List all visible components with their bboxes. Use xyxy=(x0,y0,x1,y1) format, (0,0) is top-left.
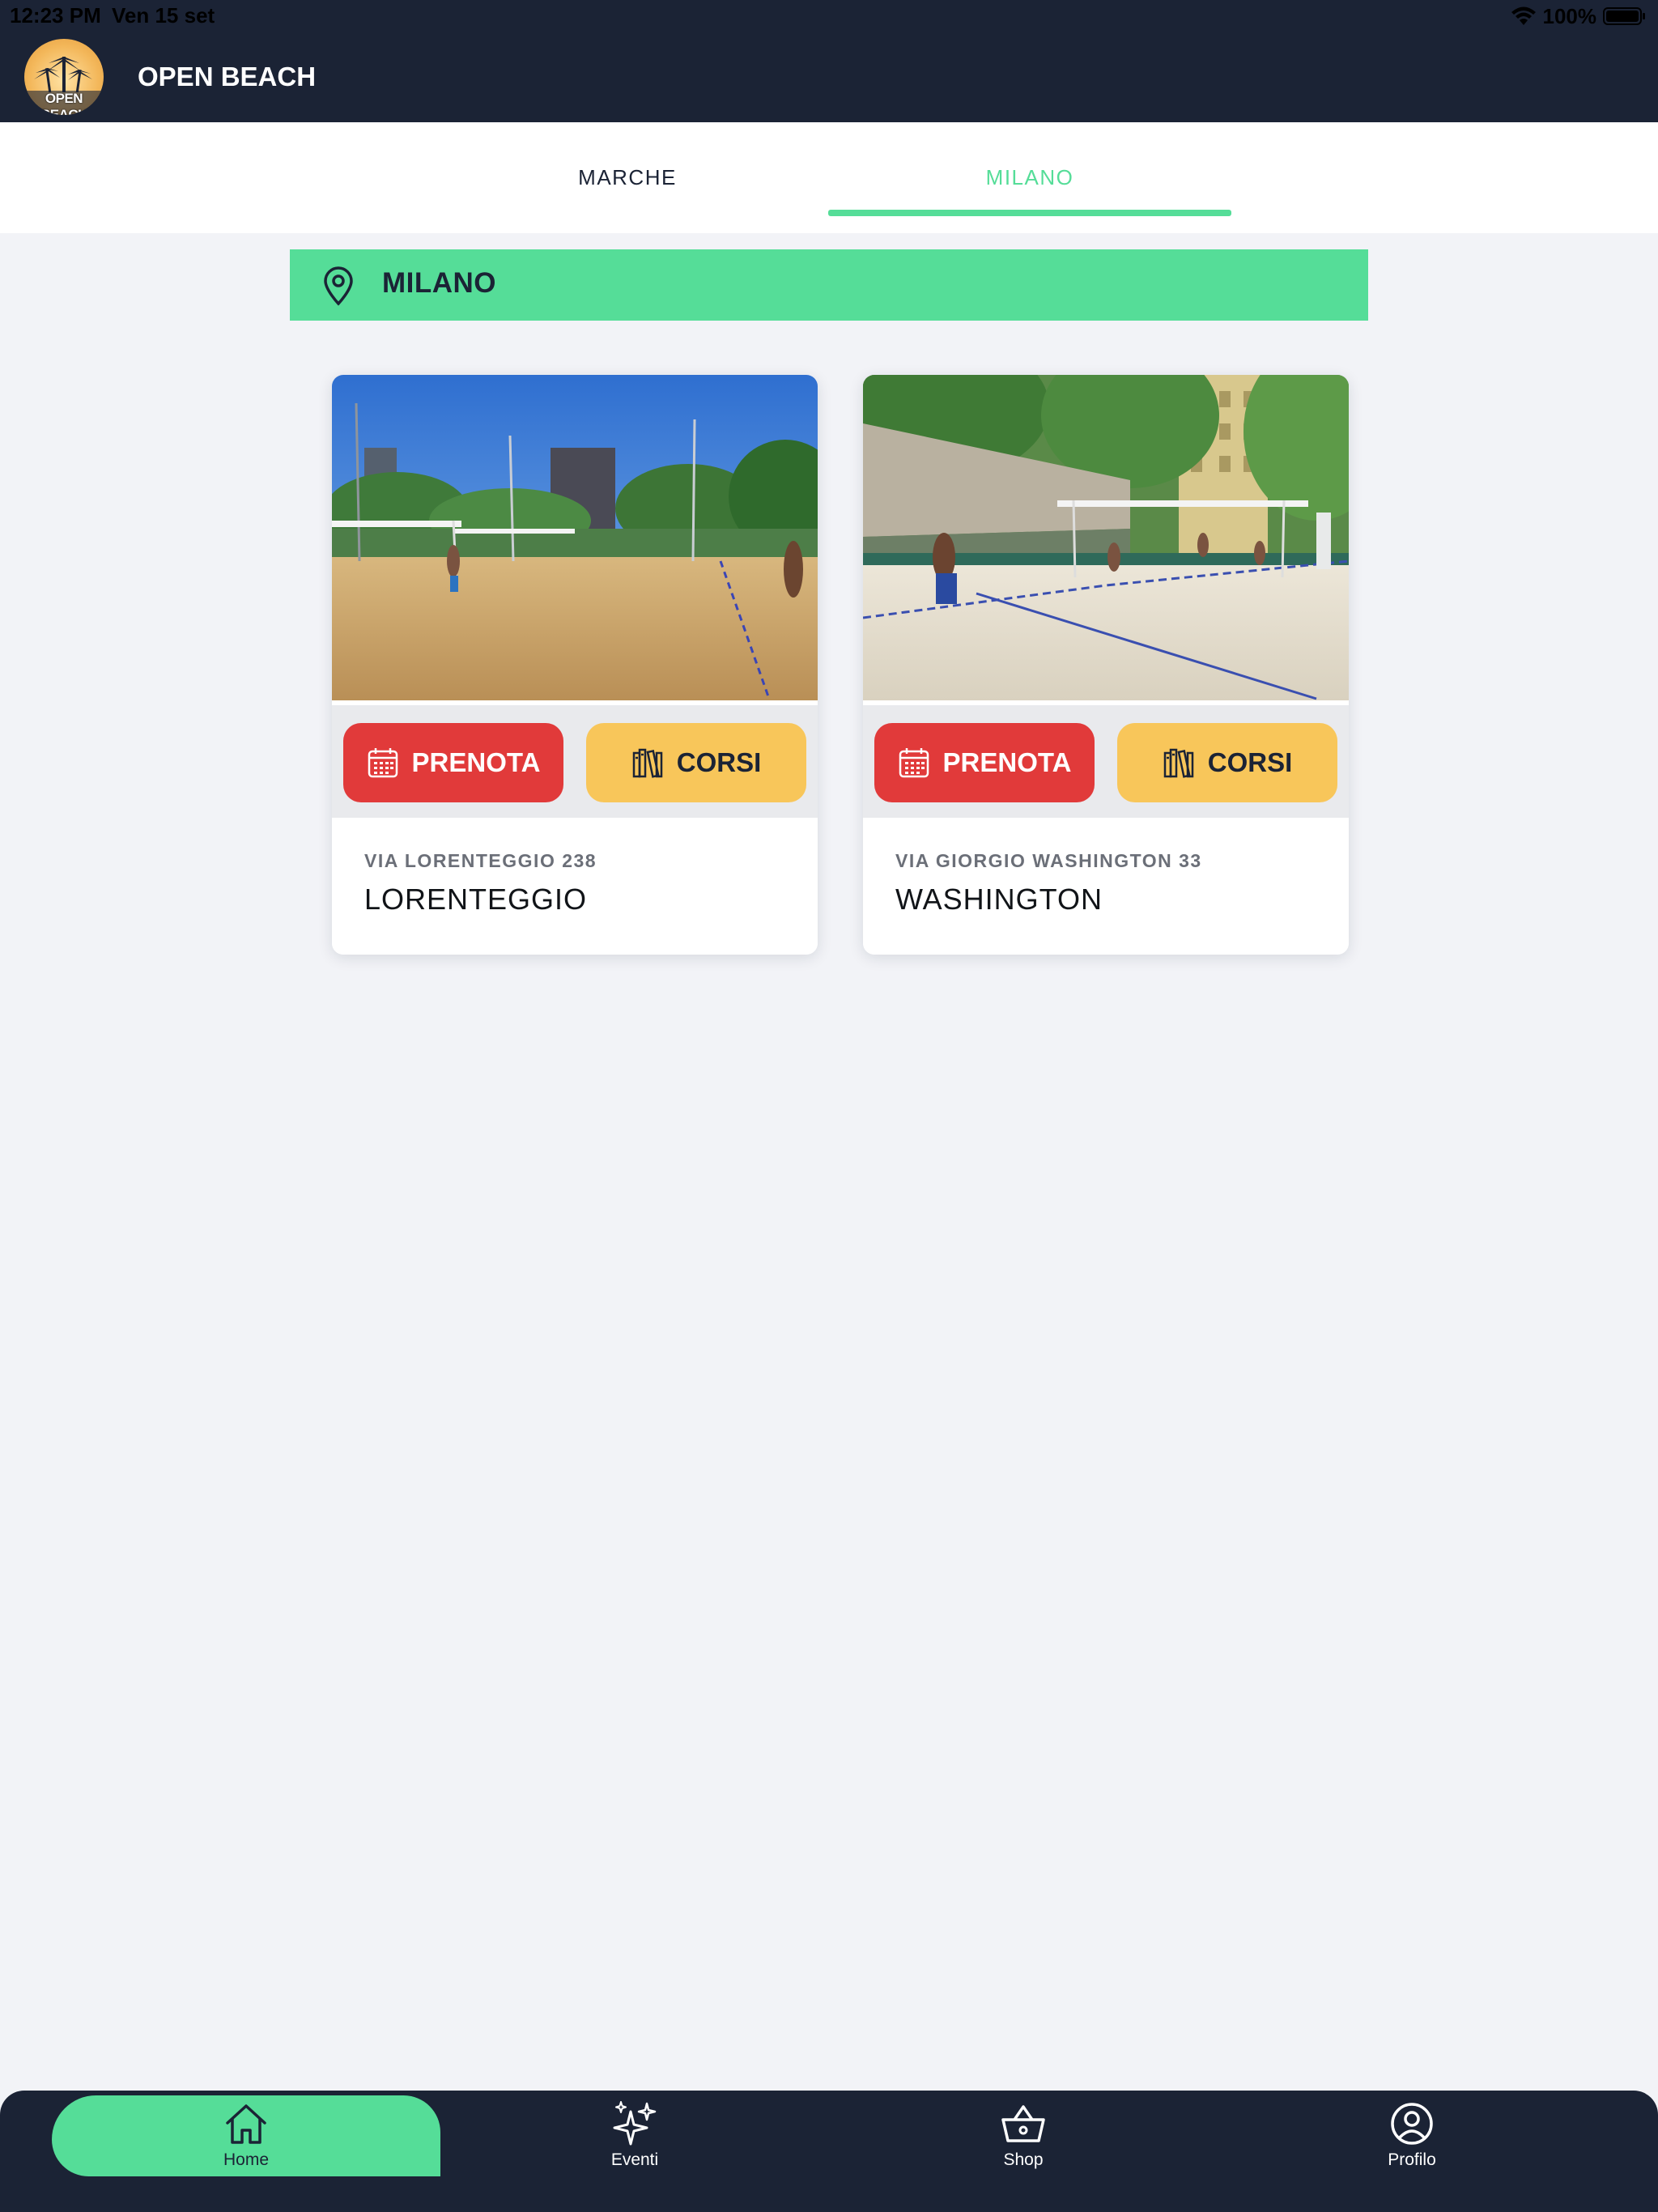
nav-home[interactable]: Home xyxy=(52,2095,440,2176)
open-beach-logo: OPEN BEACH xyxy=(24,39,104,115)
battery-percentage: 100% xyxy=(1542,3,1597,28)
calendar-icon xyxy=(368,748,397,778)
nav-home-label: Home xyxy=(223,2150,270,2169)
venue-address: VIA LORENTEGGIO 238 xyxy=(364,850,597,871)
venue-info: VIA GIORGIO WASHINGTON 33 WASHINGTON xyxy=(863,818,1349,955)
courses-button[interactable]: CORSI xyxy=(1117,723,1337,802)
venue-card-lorenteggio[interactable]: PRENOTA CORSI VIA LORENTEGGIO 238 LORENT… xyxy=(332,375,818,955)
nav-eventi[interactable]: Eventi xyxy=(440,2095,829,2176)
status-date: Ven 15 set xyxy=(112,3,215,28)
app-screen: 12:23 PM Ven 15 set 100% OPEN BEACH OPEN… xyxy=(0,0,1658,2212)
wifi-icon xyxy=(1511,6,1536,25)
sparkles-icon xyxy=(613,2101,657,2146)
books-icon xyxy=(1163,748,1193,778)
basket-icon xyxy=(1001,2105,1045,2142)
home-icon xyxy=(226,2104,266,2144)
nav-eventi-label: Eventi xyxy=(610,2150,659,2169)
active-tab-indicator xyxy=(828,210,1231,216)
venue-name: WASHINGTON xyxy=(895,883,1103,916)
courses-button-label: CORSI xyxy=(1207,747,1293,777)
user-circle-icon xyxy=(1391,2103,1433,2145)
location-banner: MILANO xyxy=(290,249,1368,321)
venue-photo xyxy=(332,375,818,700)
venue-address: VIA GIORGIO WASHINGTON 33 xyxy=(895,850,1202,871)
venue-name: LORENTEGGIO xyxy=(364,883,588,916)
nav-profilo[interactable]: Profilo xyxy=(1218,2095,1606,2176)
location-title: MILANO xyxy=(382,267,497,299)
book-button-label: PRENOTA xyxy=(411,747,541,777)
book-button[interactable]: PRENOTA xyxy=(874,723,1095,802)
calendar-icon xyxy=(899,748,929,778)
bottom-nav: Home Eventi Shop Profilo xyxy=(0,2091,1658,2212)
venue-info: VIA LORENTEGGIO 238 LORENTEGGIO xyxy=(332,818,818,955)
nav-profilo-label: Profilo xyxy=(1388,2150,1436,2169)
venue-card-washington[interactable]: PRENOTA CORSI VIA GIORGIO WASHINGTON 33 … xyxy=(863,375,1349,955)
courses-button-label: CORSI xyxy=(676,747,762,777)
region-tabs: MARCHE MILANO xyxy=(0,122,1658,233)
book-button-label: PRENOTA xyxy=(942,747,1072,777)
status-indicators: 100% xyxy=(1511,3,1647,29)
courses-button[interactable]: CORSI xyxy=(586,723,806,802)
nav-shop-label: Shop xyxy=(1003,2150,1044,2169)
nav-shop[interactable]: Shop xyxy=(829,2095,1218,2176)
logo-text: OPEN BEACH xyxy=(40,91,87,115)
tab-marche[interactable]: MARCHE xyxy=(427,122,827,233)
venue-actions: PRENOTA CORSI xyxy=(332,700,818,818)
tab-milano[interactable]: MILANO xyxy=(828,122,1231,233)
app-title: OPEN BEACH xyxy=(138,62,317,91)
battery-icon xyxy=(1603,7,1645,25)
books-icon xyxy=(632,748,662,778)
map-pin-icon xyxy=(324,266,353,306)
top-bar: 12:23 PM Ven 15 set 100% OPEN BEACH OPEN… xyxy=(0,0,1658,122)
status-time: 12:23 PM xyxy=(10,3,101,28)
venue-photo xyxy=(863,375,1349,700)
venue-actions: PRENOTA CORSI xyxy=(863,700,1349,818)
book-button[interactable]: PRENOTA xyxy=(343,723,563,802)
